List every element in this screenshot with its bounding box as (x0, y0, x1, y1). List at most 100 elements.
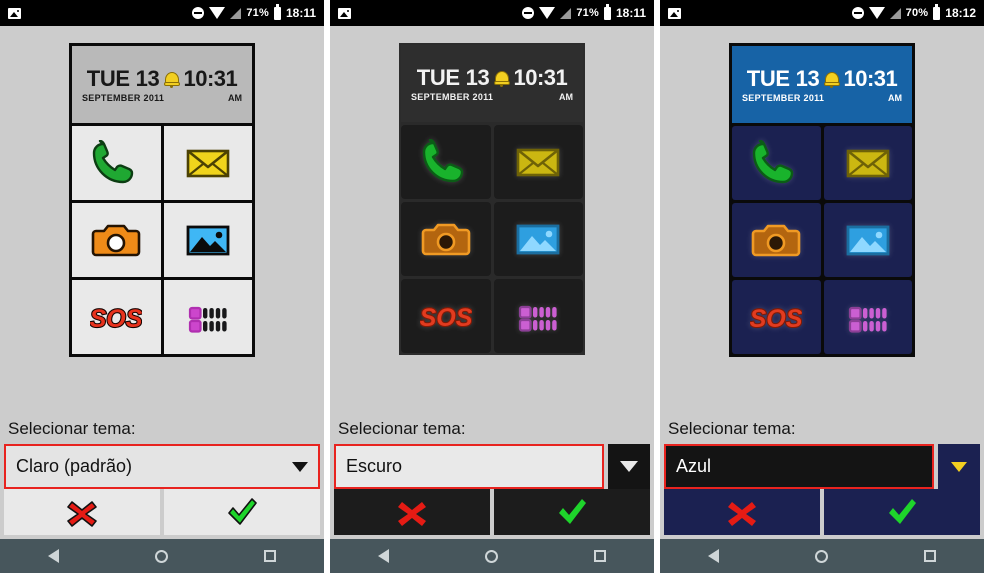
sos-icon: SOS (90, 304, 142, 334)
camera-icon (421, 223, 471, 256)
tile-phone[interactable] (72, 126, 161, 200)
clock-top-row: TUE 13 10:31 (411, 67, 573, 89)
chevron-down-icon (620, 461, 638, 472)
tile-row: SOS (401, 279, 583, 353)
cancel-button[interactable] (664, 489, 820, 535)
apps-grid-icon (519, 305, 557, 332)
tile-row (401, 125, 583, 199)
photo-icon (8, 7, 21, 19)
theme-select[interactable]: Azul (664, 444, 934, 489)
tile-gallery[interactable] (163, 203, 252, 277)
recents-square-icon[interactable] (594, 550, 606, 562)
theme-select-value: Claro (padrão) (16, 456, 133, 476)
tile-messages[interactable] (823, 126, 912, 200)
back-triangle-icon[interactable] (708, 549, 719, 563)
chevron-down-icon (292, 461, 308, 472)
chevron-down-icon (951, 461, 967, 472)
tile-sos[interactable]: SOS (72, 280, 161, 354)
do-not-disturb-icon (522, 7, 535, 19)
tile-apps[interactable] (493, 279, 583, 353)
tile-gallery[interactable] (493, 202, 583, 276)
tile-row (401, 202, 583, 276)
clock-top-row: TUE 13 10:31 (742, 68, 902, 90)
launcher-preview: TUE 13 10:31 SEPTEMBER 2011 AM SOS (69, 43, 255, 357)
action-buttons (0, 489, 324, 539)
home-circle-icon[interactable] (485, 549, 498, 563)
clock-widget[interactable]: TUE 13 10:31 SEPTEMBER 2011 AM (72, 46, 252, 123)
envelope-icon (846, 149, 890, 178)
tile-camera[interactable] (732, 203, 821, 277)
clock-date: TUE 13 (416, 65, 490, 90)
theme-select-arrow-button[interactable] (608, 444, 650, 489)
screenshot-root: 71% 18:11 TUE 13 10:31 SEPTEMBER 2011 AM… (0, 0, 984, 573)
tile-messages[interactable] (493, 125, 583, 199)
sos-icon: SOS (750, 304, 802, 334)
recents-square-icon[interactable] (924, 550, 936, 562)
status-bar-clock: 18:11 (615, 6, 646, 20)
envelope-icon (516, 148, 560, 177)
launcher-preview: TUE 13 10:31 SEPTEMBER 2011 AM SOS (399, 43, 585, 355)
theme-selector-area: Selecionar tema: Claro (padrão) (0, 415, 324, 489)
back-triangle-icon[interactable] (48, 549, 59, 563)
phone-screen-dark: 71% 18:11 TUE 13 10:31 SEPTEMBER 2011 AM… (330, 0, 654, 573)
tile-sos[interactable]: SOS (401, 279, 491, 353)
clock-widget[interactable]: TUE 13 10:31 SEPTEMBER 2011 AM (732, 46, 912, 123)
launcher-preview-wrap: TUE 13 10:31 SEPTEMBER 2011 AM SOS (660, 26, 984, 415)
tile-apps[interactable] (823, 280, 912, 354)
alarm-bell-icon (823, 71, 840, 88)
cancel-button[interactable] (4, 489, 160, 535)
confirm-button[interactable] (494, 489, 650, 535)
confirm-button[interactable] (824, 489, 980, 535)
theme-select-value: Azul (676, 456, 712, 476)
status-bar-right: 71% 18:11 (192, 3, 316, 20)
phone-icon (93, 140, 134, 184)
battery-percent: 70% (905, 7, 929, 19)
theme-select-arrow-button[interactable] (938, 444, 980, 489)
recents-square-icon[interactable] (264, 550, 276, 562)
app-body: TUE 13 10:31 SEPTEMBER 2011 AM SOS Selec… (0, 26, 324, 539)
clock-widget[interactable]: TUE 13 10:31 SEPTEMBER 2011 AM (401, 45, 583, 122)
wifi-icon (209, 7, 226, 19)
tile-sos[interactable]: SOS (732, 280, 821, 354)
photo-icon (338, 7, 351, 19)
battery-percent: 71% (246, 7, 269, 19)
clock-month: SEPTEMBER 2011 (82, 93, 165, 103)
back-triangle-icon[interactable] (378, 549, 389, 563)
tile-phone[interactable] (732, 126, 821, 200)
apps-grid-icon (848, 306, 887, 333)
clock-ampm: AM (888, 93, 902, 103)
clock-time: 10:31 (513, 65, 568, 90)
theme-select[interactable]: Escuro (334, 444, 604, 489)
confirm-button[interactable] (164, 489, 320, 535)
clock-time: 10:31 (843, 66, 898, 91)
clock-ampm: AM (228, 93, 242, 103)
tile-phone[interactable] (401, 125, 491, 199)
do-not-disturb-icon (192, 7, 205, 19)
tile-row (72, 126, 252, 200)
cancel-button[interactable] (334, 489, 490, 535)
alarm-bell-icon (163, 71, 180, 88)
picture-icon (516, 224, 560, 255)
tile-apps[interactable] (163, 280, 252, 354)
clock-month: SEPTEMBER 2011 (742, 93, 825, 103)
phone-icon (422, 139, 463, 183)
clock-sub-row: SEPTEMBER 2011 AM (742, 93, 902, 103)
icon-grid: SOS (401, 125, 583, 353)
tile-camera[interactable] (72, 203, 161, 277)
tile-gallery[interactable] (823, 203, 912, 277)
tile-messages[interactable] (163, 126, 252, 200)
icon-grid: SOS (72, 126, 252, 354)
action-buttons (330, 489, 654, 539)
tile-row (732, 203, 912, 277)
theme-select[interactable]: Claro (padrão) (4, 444, 320, 489)
clock-ampm: AM (559, 92, 573, 102)
phone-icon (753, 140, 794, 184)
clock-date: TUE 13 (86, 66, 160, 91)
theme-selector-label: Selecionar tema: (338, 419, 466, 438)
home-circle-icon[interactable] (155, 549, 168, 563)
tile-camera[interactable] (401, 202, 491, 276)
signal-icon (889, 7, 901, 19)
wifi-icon (539, 7, 556, 19)
status-bar-right: 71% 18:11 (522, 3, 646, 20)
home-circle-icon[interactable] (815, 549, 828, 563)
